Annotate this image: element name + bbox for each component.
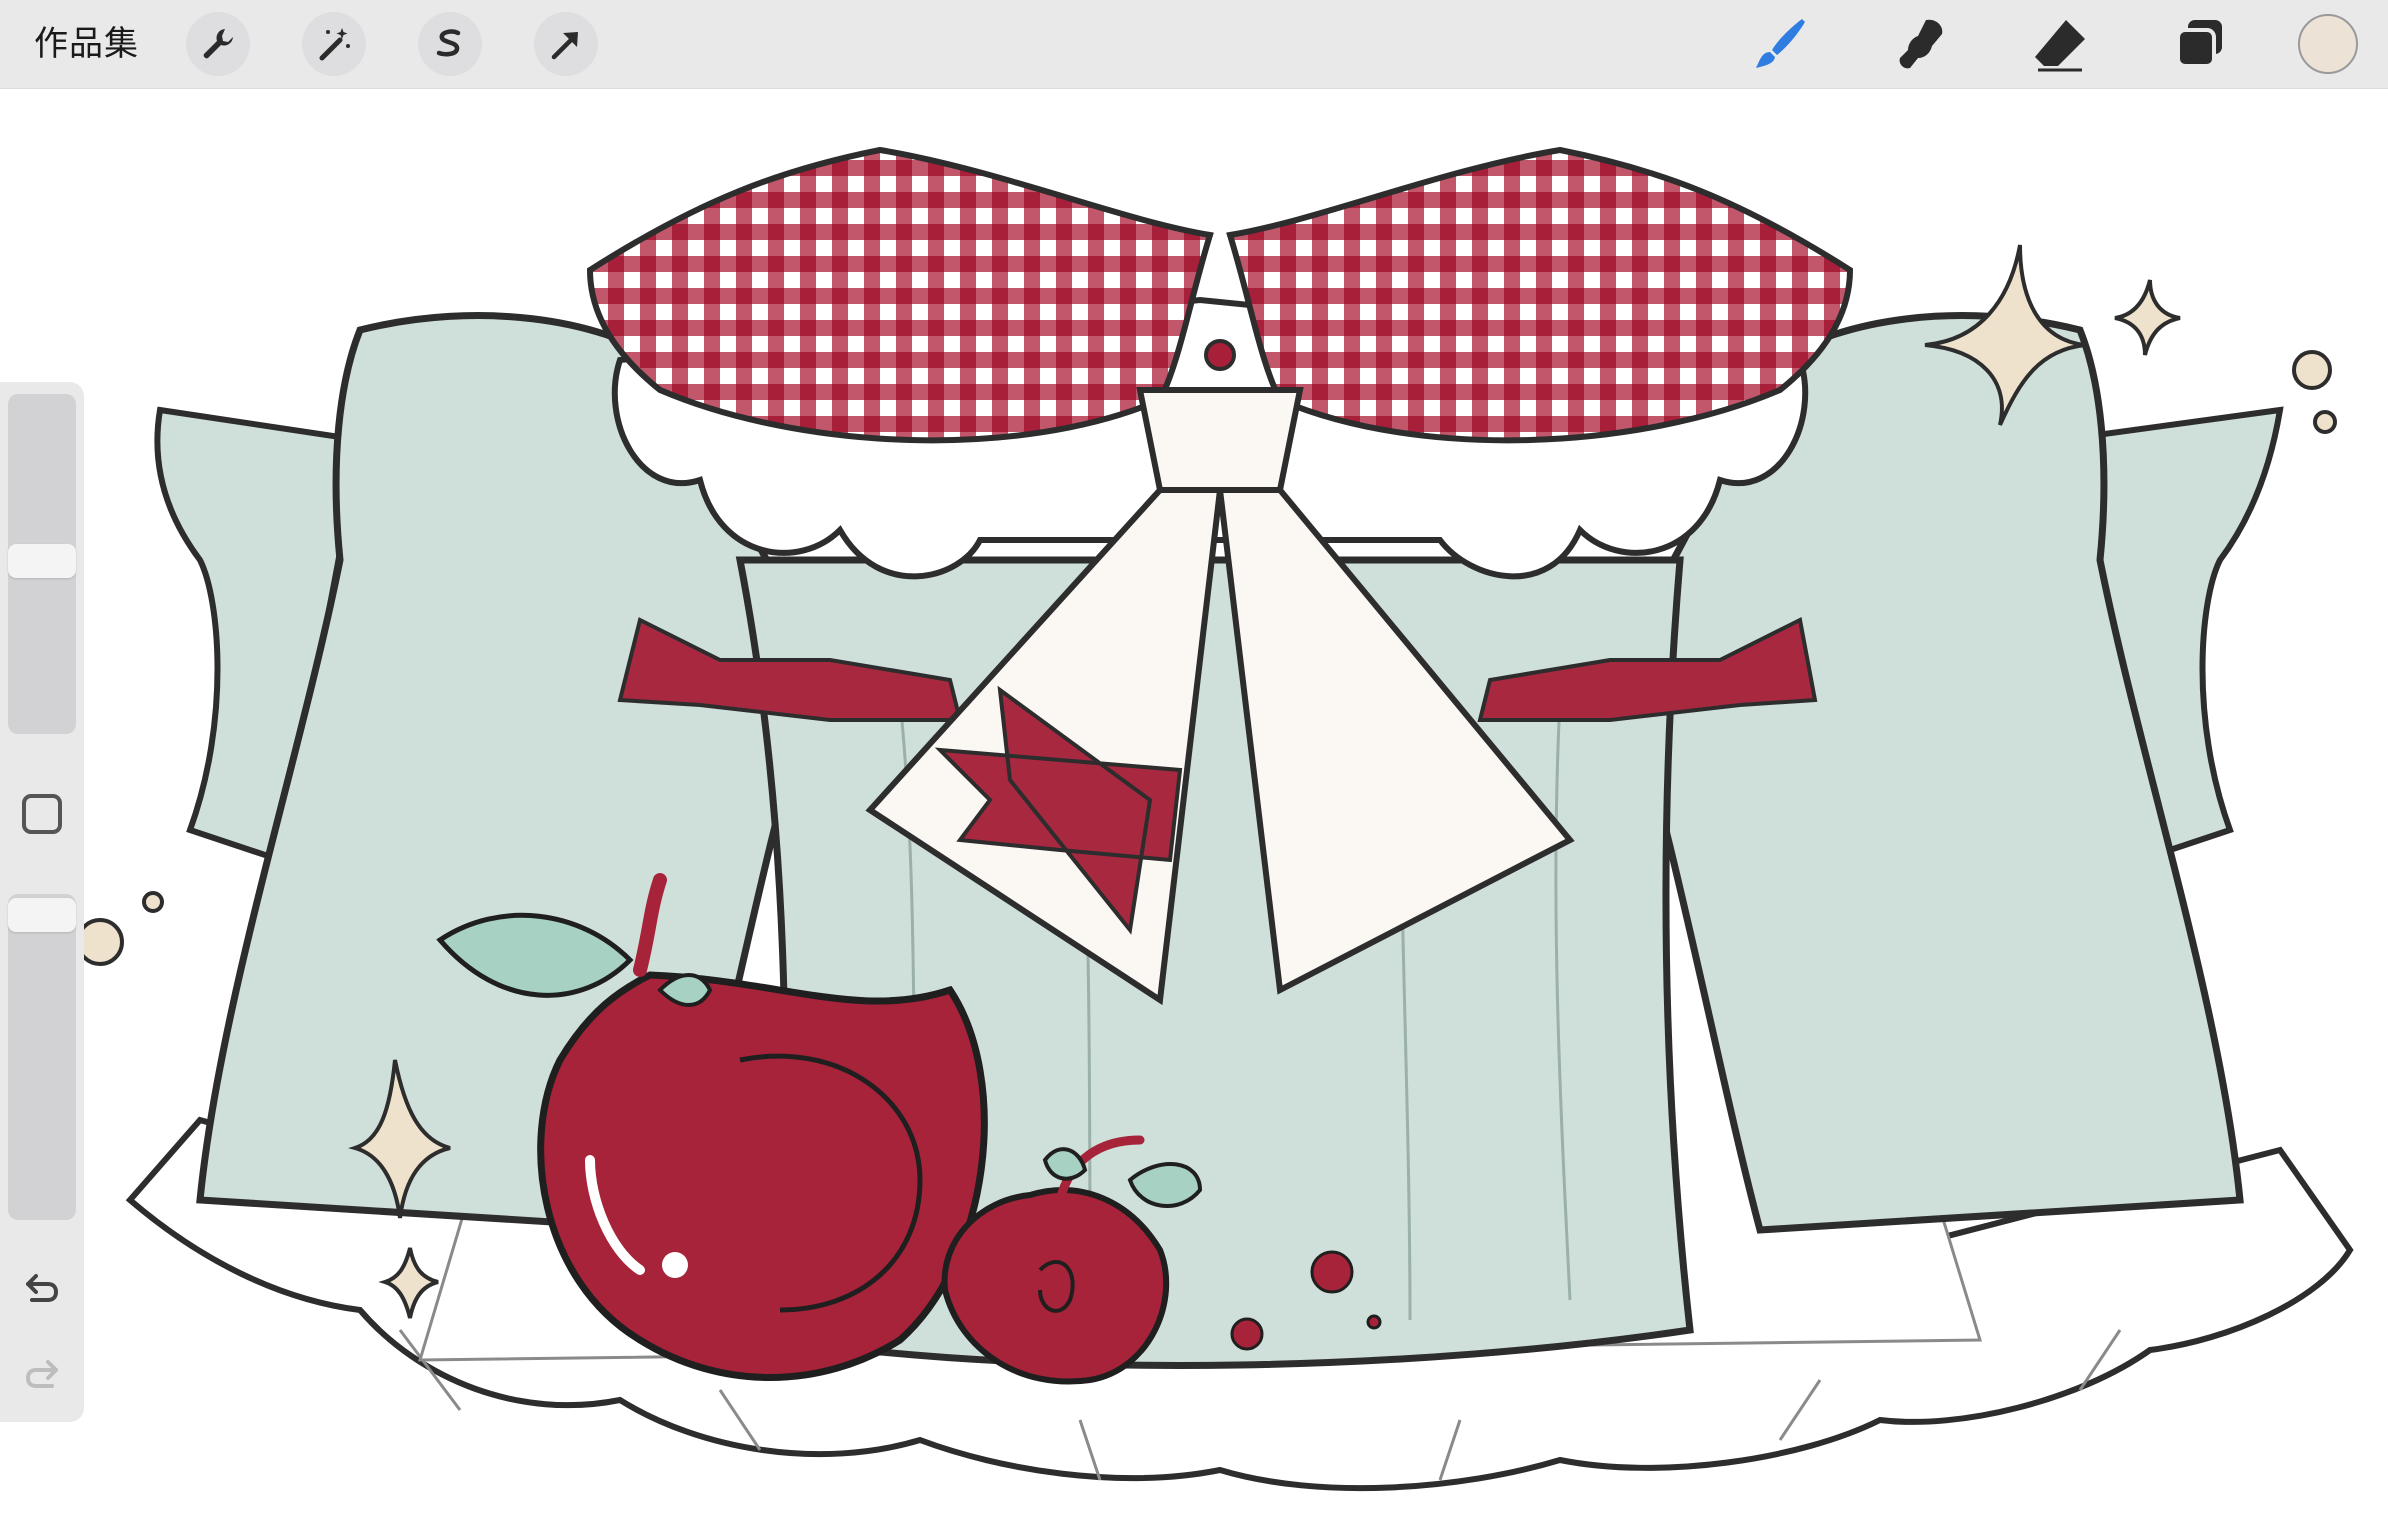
brush-icon <box>1756 19 1805 68</box>
layers-icon <box>2176 20 2222 68</box>
undo-icon <box>26 1274 59 1302</box>
layers-button[interactable] <box>2165 12 2235 76</box>
undo-button[interactable] <box>16 1262 68 1314</box>
brush-button[interactable] <box>1745 12 1815 76</box>
selection-icon <box>436 29 461 57</box>
eraser-icon <box>2035 20 2085 72</box>
magic-wand-icon <box>319 28 350 61</box>
selection-button[interactable] <box>418 12 482 76</box>
opacity-slider[interactable] <box>8 894 76 1220</box>
color-swatch-button[interactable] <box>2298 14 2358 74</box>
top-toolbar: 作品集 <box>0 0 2388 89</box>
actions-button[interactable] <box>186 12 250 76</box>
transform-button[interactable] <box>534 12 598 76</box>
brush-size-thumb[interactable] <box>8 544 76 578</box>
smudge-icon <box>1899 19 1943 69</box>
gallery-button[interactable]: 作品集 <box>34 20 139 68</box>
smudge-button[interactable] <box>1885 12 1955 76</box>
adjustments-button[interactable] <box>302 12 366 76</box>
drawing-canvas[interactable] <box>84 88 2388 1513</box>
brush-size-slider[interactable] <box>8 394 76 734</box>
wrench-icon <box>203 29 233 59</box>
eraser-button[interactable] <box>2025 12 2095 76</box>
redo-button[interactable] <box>16 1348 68 1400</box>
opacity-thumb[interactable] <box>8 898 76 932</box>
left-sidebar <box>0 382 84 1422</box>
transform-arrow-icon <box>551 32 578 60</box>
redo-icon <box>25 1360 58 1388</box>
modify-button[interactable] <box>22 794 62 834</box>
